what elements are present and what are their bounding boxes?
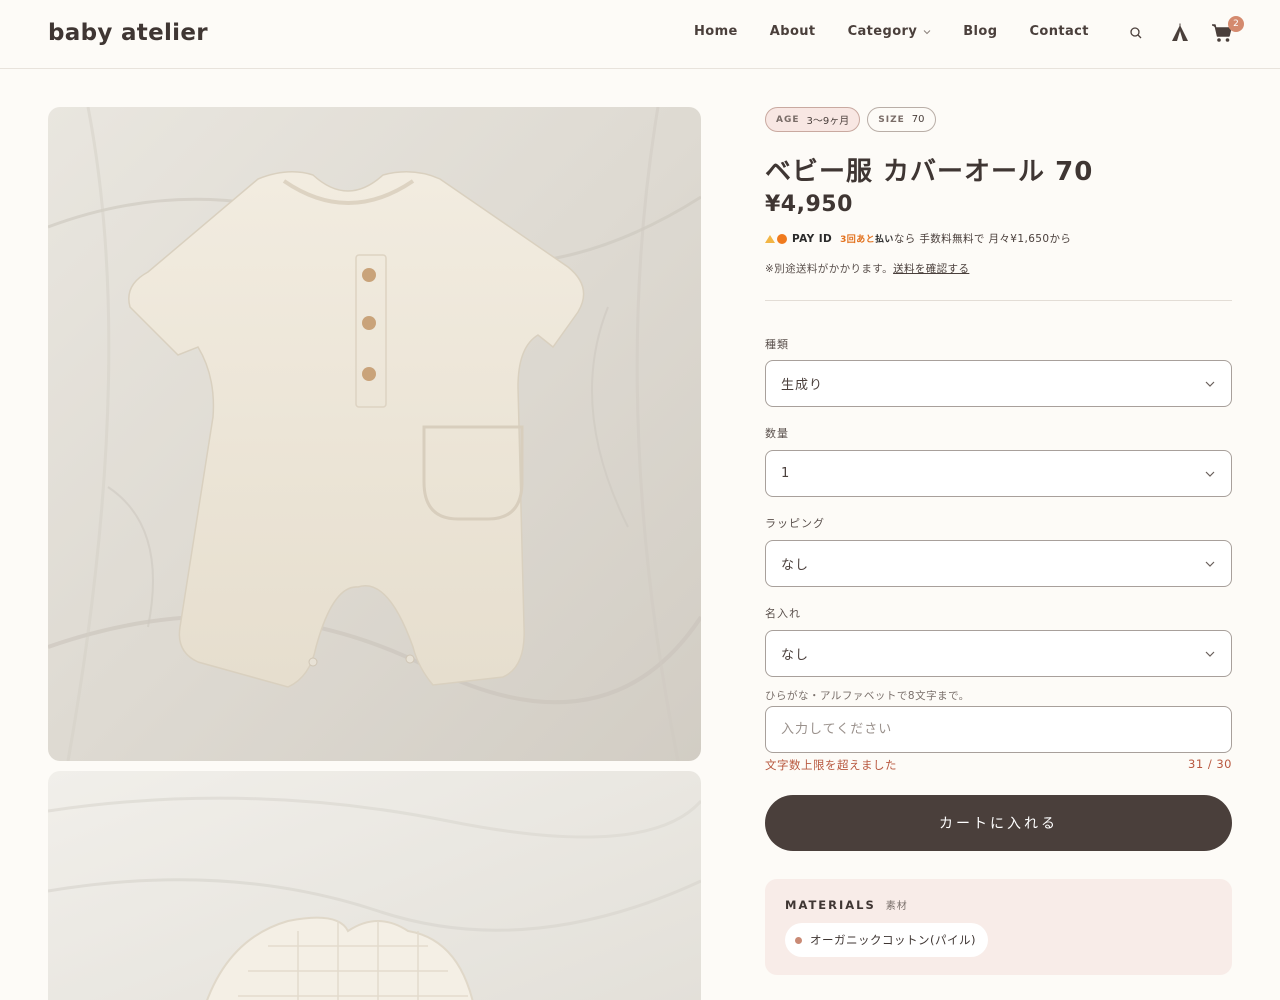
payid-installment-info: PAY ID 3回あと 払い なら 手数料無料で 月々¥1,650から xyxy=(765,231,1232,246)
product-image-secondary[interactable] xyxy=(48,771,701,1000)
option-wrapping-label: ラッピング xyxy=(765,517,825,530)
name-error-row: 文字数上限を超えました 31 / 30 xyxy=(765,757,1232,773)
shipping-note-text: ※別途送料がかかります。 xyxy=(765,263,894,275)
nav-about[interactable]: About xyxy=(770,24,816,39)
name-char-counter: 31 / 30 xyxy=(1188,757,1232,771)
name-hint: ひらがな・アルファベットで8文字まで。 xyxy=(765,690,970,702)
option-type-label: 種類 xyxy=(765,338,789,351)
materials-panel: MATERIALS 素材 オーガニックコットン(パイル) xyxy=(765,879,1232,975)
material-name: オーガニックコットン(パイル) xyxy=(810,933,976,947)
payid-text: なら 手数料無料で 月々¥1,650から xyxy=(893,233,1072,245)
nav-blog[interactable]: Blog xyxy=(963,24,997,39)
shipping-note: ※別途送料がかかります。送料を確認する xyxy=(765,261,1232,276)
product-info: AGE 3〜9ヶ月 SIZE 70 ベビー服 カバーオール 70 ¥4,950 … xyxy=(765,107,1232,301)
cart-button[interactable]: 2 xyxy=(1210,16,1244,46)
add-to-cart-button[interactable]: カートに入れる xyxy=(765,795,1232,851)
nav-category-label: Category xyxy=(847,24,918,39)
type-select[interactable]: 生成り xyxy=(765,360,1232,407)
nav-home-label: Home xyxy=(694,24,738,39)
cart-count-badge: 2 xyxy=(1228,16,1244,32)
nav-about-label: About xyxy=(769,24,816,39)
nav-home[interactable]: Home xyxy=(694,24,738,39)
nav-blog-label: Blog xyxy=(963,24,998,39)
shipping-link[interactable]: 送料を確認する xyxy=(893,263,969,275)
fabric-photo xyxy=(48,771,701,1000)
site-header: baby atelier Home About Category Blog Co… xyxy=(0,0,1280,69)
chevron-down-icon xyxy=(1205,381,1215,387)
nav-contact[interactable]: Contact xyxy=(1029,24,1088,39)
search-button[interactable] xyxy=(1126,20,1146,46)
wrapping-select[interactable]: なし xyxy=(765,540,1232,587)
age-tag-key: AGE xyxy=(776,114,800,125)
materials-title: MATERIALS xyxy=(785,897,876,912)
romper-photo xyxy=(48,107,701,761)
naming-select-value: なし xyxy=(781,648,810,663)
name-input[interactable] xyxy=(765,706,1232,753)
name-error-message: 文字数上限を超えました xyxy=(765,758,897,772)
wrapping-select-value: なし xyxy=(781,558,810,573)
header-icons: 2 xyxy=(1126,16,1244,46)
chevron-down-icon xyxy=(923,29,931,34)
size-tag-key: SIZE xyxy=(878,114,905,125)
main-nav: Home About Category Blog Contact xyxy=(694,24,1121,39)
size-tag: SIZE 70 xyxy=(867,107,936,132)
tent-button[interactable] xyxy=(1168,20,1192,46)
nav-category[interactable]: Category xyxy=(848,24,932,39)
quantity-select-value: 1 xyxy=(781,466,791,481)
nav-contact-label: Contact xyxy=(1029,24,1089,39)
payid-brand: PAY ID xyxy=(792,232,833,245)
quantity-select[interactable]: 1 xyxy=(765,450,1232,497)
naming-select[interactable]: なし xyxy=(765,630,1232,677)
chevron-down-icon xyxy=(1205,651,1215,657)
payid-highlight: 3回あと xyxy=(840,235,876,245)
product-title: ベビー服 カバーオール 70 xyxy=(765,157,1094,187)
type-select-value: 生成り xyxy=(781,378,824,393)
material-dot-icon xyxy=(795,936,802,944)
material-pill: オーガニックコットン(パイル) xyxy=(785,923,988,957)
chevron-down-icon xyxy=(1205,471,1215,477)
payid-dot-icon xyxy=(777,233,787,244)
site-logo[interactable]: baby atelier xyxy=(48,20,208,46)
tent-icon xyxy=(1172,23,1188,41)
chevron-down-icon xyxy=(1205,561,1215,567)
option-naming-label: 名入れ xyxy=(765,607,801,620)
materials-subtitle: 素材 xyxy=(885,901,908,912)
size-tag-value: 70 xyxy=(911,114,925,125)
payid-logo: PAY ID xyxy=(765,233,832,245)
payid-highlight-2: 払い xyxy=(875,235,894,245)
option-quantity-label: 数量 xyxy=(765,427,789,440)
age-tag-value: 3〜9ヶ月 xyxy=(806,116,850,127)
payid-triangle-icon xyxy=(765,234,775,243)
product-image-main[interactable] xyxy=(48,107,701,761)
divider xyxy=(765,300,1232,301)
product-tags: AGE 3〜9ヶ月 SIZE 70 xyxy=(765,107,1232,132)
materials-header: MATERIALS 素材 xyxy=(785,897,1212,913)
product-price: ¥4,950 xyxy=(765,192,853,217)
age-tag: AGE 3〜9ヶ月 xyxy=(765,107,861,132)
search-icon xyxy=(1130,27,1142,39)
